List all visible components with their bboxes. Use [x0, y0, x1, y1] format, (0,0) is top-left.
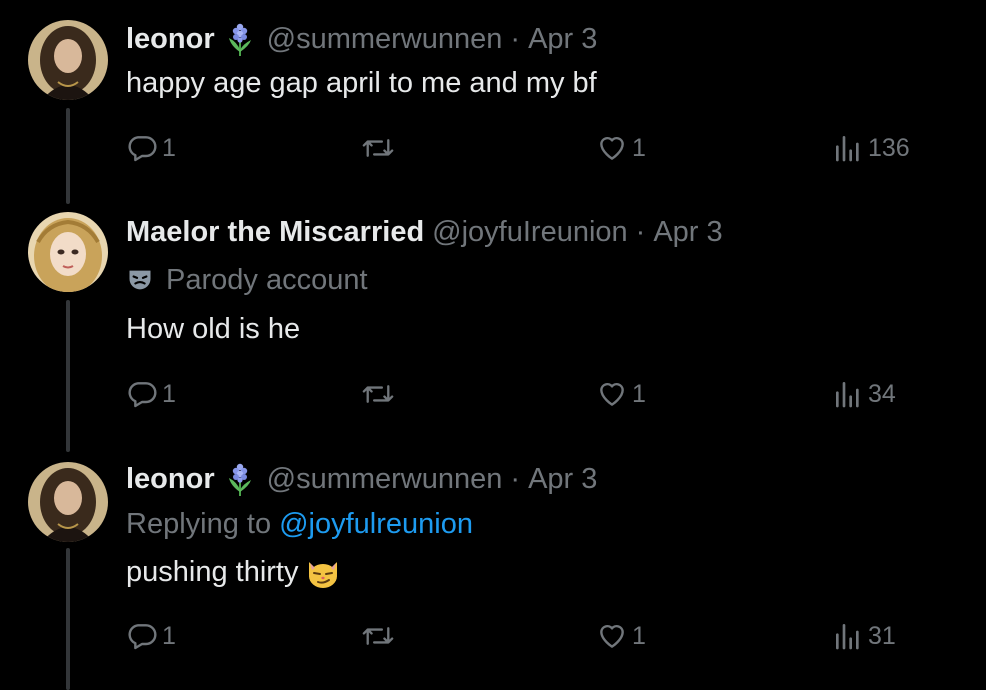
tweet-actions: 1 1 31 [0, 616, 986, 656]
view-count: 31 [868, 621, 896, 650]
views-button[interactable]: 34 [832, 374, 896, 414]
separator-dot: · [510, 463, 521, 495]
avatar[interactable] [28, 20, 108, 100]
reply-button[interactable]: 1 [126, 128, 176, 168]
tweet-3[interactable]: leonor @summerwunnen · Apr 3 Replying to… [0, 450, 986, 690]
like-button[interactable]: 1 [596, 374, 646, 414]
views-button[interactable]: 136 [832, 128, 910, 168]
retweet-icon [360, 132, 396, 164]
handle[interactable]: @summerwunnen [267, 462, 503, 496]
replying-to-mention[interactable]: @joyfulreunion [279, 507, 473, 541]
tweet-header: leonor @summerwunnen · Apr 3 [126, 22, 597, 56]
tweet-actions: 1 1 136 [0, 128, 986, 168]
tweet-2[interactable]: Maelor the Miscarried @joyfuIreunion · A… [0, 200, 986, 450]
analytics-icon [832, 132, 864, 164]
tweet-text: pushing thirty [126, 554, 341, 590]
analytics-icon [832, 378, 864, 410]
retweet-button[interactable] [360, 128, 400, 168]
reply-count: 1 [162, 133, 176, 162]
tweet-actions: 1 1 34 [0, 374, 986, 414]
retweet-icon [360, 378, 396, 410]
separator-dot: · [510, 23, 521, 55]
separator-dot: · [635, 216, 646, 248]
reply-count: 1 [162, 621, 176, 650]
like-count: 1 [632, 379, 646, 408]
view-count: 34 [868, 379, 896, 408]
retweet-button[interactable] [360, 374, 400, 414]
tweet-header: leonor @summerwunnen · Apr 3 [126, 462, 597, 496]
replying-to-prefix: Replying to [126, 508, 272, 540]
reply-button[interactable]: 1 [126, 616, 176, 656]
parody-label: Parody account [126, 263, 368, 297]
reply-count: 1 [162, 379, 176, 408]
hyacinth-flower-icon [225, 22, 255, 56]
heart-icon [596, 378, 628, 410]
reply-button[interactable]: 1 [126, 374, 176, 414]
retweet-icon [360, 620, 396, 652]
avatar[interactable] [28, 212, 108, 292]
analytics-icon [832, 620, 864, 652]
avatar[interactable] [28, 462, 108, 542]
like-count: 1 [632, 621, 646, 650]
display-name[interactable]: Maelor the Miscarried [126, 215, 424, 249]
tweet-header: Maelor the Miscarried @joyfuIreunion · A… [126, 215, 723, 249]
tweet-text: How old is he [126, 313, 301, 345]
tweet-text: happy age gap april to me and my bf [126, 67, 597, 99]
retweet-button[interactable] [360, 616, 400, 656]
reply-icon [126, 620, 158, 652]
handle[interactable]: @joyfuIreunion [432, 215, 628, 249]
views-button[interactable]: 31 [832, 616, 896, 656]
display-name[interactable]: leonor [126, 462, 215, 496]
smirking-cat-icon [305, 554, 341, 590]
reply-icon [126, 378, 158, 410]
reply-icon [126, 132, 158, 164]
heart-icon [596, 620, 628, 652]
parody-mask-icon [126, 266, 154, 294]
tweet-text-content: pushing thirty [126, 556, 299, 588]
like-button[interactable]: 1 [596, 616, 646, 656]
tweet-1[interactable]: leonor @summerwunnen · Apr 3 happy age g… [0, 0, 986, 200]
hyacinth-flower-icon [225, 462, 255, 496]
like-count: 1 [632, 133, 646, 162]
handle[interactable]: @summerwunnen [267, 22, 503, 56]
parody-label-text: Parody account [166, 264, 368, 296]
tweet-date[interactable]: Apr 3 [653, 215, 722, 249]
heart-icon [596, 132, 628, 164]
tweet-date[interactable]: Apr 3 [528, 462, 597, 496]
like-button[interactable]: 1 [596, 128, 646, 168]
replying-to: Replying to @joyfulreunion [126, 507, 473, 541]
view-count: 136 [868, 133, 910, 162]
tweet-date[interactable]: Apr 3 [528, 22, 597, 56]
display-name[interactable]: leonor [126, 22, 215, 56]
